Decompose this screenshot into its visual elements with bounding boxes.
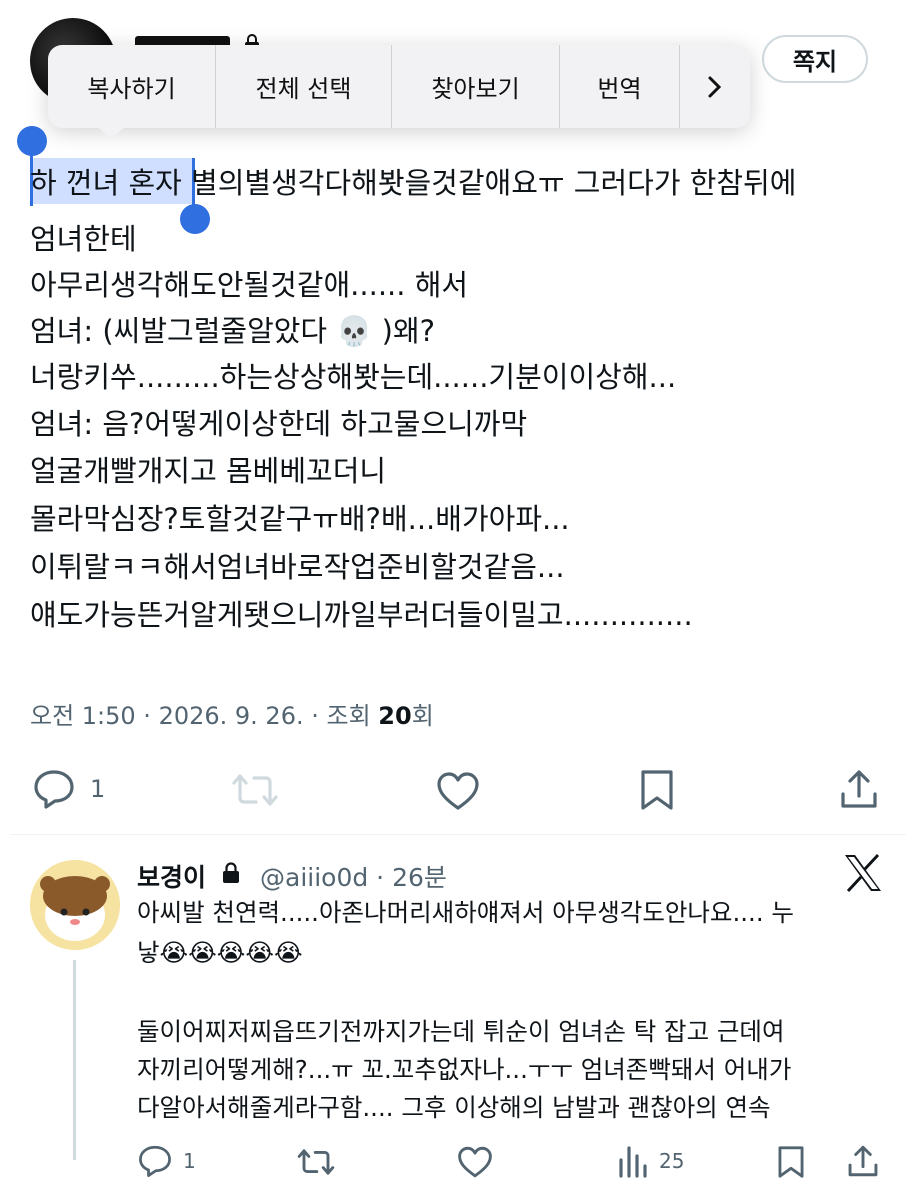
analytics-icon	[619, 1146, 647, 1178]
retweet-button[interactable]	[230, 770, 280, 814]
chevron-right-icon[interactable]	[680, 45, 750, 128]
like-button[interactable]	[435, 770, 481, 816]
share-button[interactable]	[838, 768, 880, 814]
reply-reply-count: 1	[183, 1149, 196, 1173]
bookmark-icon	[778, 1146, 804, 1178]
view-count-suffix: 회	[411, 702, 434, 730]
reply-bookmark-button[interactable]	[776, 1144, 806, 1184]
reply-views-button[interactable]: 25	[617, 1144, 684, 1178]
reply-text-line: 다알아서해줄게라구함.... 그후 이상해의 남발과 괜찮아의 연속	[137, 1093, 771, 1122]
reply-avatar[interactable]	[30, 860, 120, 950]
reply-handle-time: @aiiio0d · 26분	[260, 863, 447, 892]
menu-select-all[interactable]: 전체 선택	[216, 45, 392, 128]
tweet-text-line: 하 껀녀 혼자 별의별생각다해봣을것같애요ㅠ 그러다가 한참뒤에	[30, 154, 796, 212]
reply-text-line: 아씨발 천연력.....아존나머리새하얘져서 아무생각도안나요.... 누	[137, 898, 794, 927]
dm-button[interactable]: 쪽지	[762, 35, 868, 83]
bookmark-button[interactable]	[638, 768, 676, 816]
lock-icon	[222, 862, 240, 888]
tweet-text-rest: 별의별생각다해봣을것같애요ㅠ 그러다가 한참뒤에	[181, 166, 797, 200]
thread-line	[73, 960, 76, 1160]
reply-text-line: 낳😭😭😭😭😭	[137, 938, 303, 967]
reply-icon	[139, 1145, 171, 1177]
reply-reply-button[interactable]: 1	[137, 1144, 196, 1178]
reply-text-line: 둘이어찌저찌읍뜨기전까지가는데 튀순이 엄녀손 탁 잡고 근데여	[137, 1017, 785, 1046]
reply-share-button[interactable]	[846, 1144, 880, 1182]
share-icon	[848, 1145, 878, 1177]
reply-view-count: 25	[659, 1149, 685, 1173]
text-context-menu: 복사하기 전체 선택 찾아보기 번역	[48, 45, 750, 128]
menu-look-up[interactable]: 찾아보기	[392, 45, 560, 128]
heart-icon	[437, 772, 479, 810]
reply-count: 1	[90, 775, 106, 803]
share-icon	[841, 770, 877, 808]
selected-text: 하 껀녀 혼자	[30, 166, 182, 200]
divider	[10, 834, 906, 835]
reply-author-name[interactable]: 보경이	[137, 858, 206, 894]
menu-copy[interactable]: 복사하기	[48, 45, 216, 128]
retweet-icon	[232, 774, 278, 806]
tweet-timestamp: 오전 1:50 · 2026. 9. 26. · 조회	[30, 702, 379, 730]
view-count: 20	[378, 702, 412, 730]
reply-retweet-button[interactable]	[296, 1146, 336, 1182]
tweet-meta: 오전 1:50 · 2026. 9. 26. · 조회 20회	[30, 696, 434, 731]
tweet-text-line: 얘도가능뜬거알게됏으니까일부러더들이밀고..............	[30, 598, 693, 632]
reply-like-button[interactable]	[456, 1145, 494, 1183]
reply-text-line: 자끼리어떻게해?...ㅠ 꼬.꼬추없자나...ㅜㅜ 엄녀존빡돼서 어내가	[137, 1055, 792, 1084]
menu-translate[interactable]: 번역	[560, 45, 680, 128]
x-logo-icon	[842, 853, 884, 897]
menu-pointer	[95, 125, 127, 139]
reply-button[interactable]: 1	[32, 768, 105, 810]
bookmark-icon	[641, 770, 673, 810]
retweet-icon	[297, 1149, 335, 1175]
reply-icon	[34, 770, 74, 809]
heart-icon	[458, 1146, 492, 1178]
